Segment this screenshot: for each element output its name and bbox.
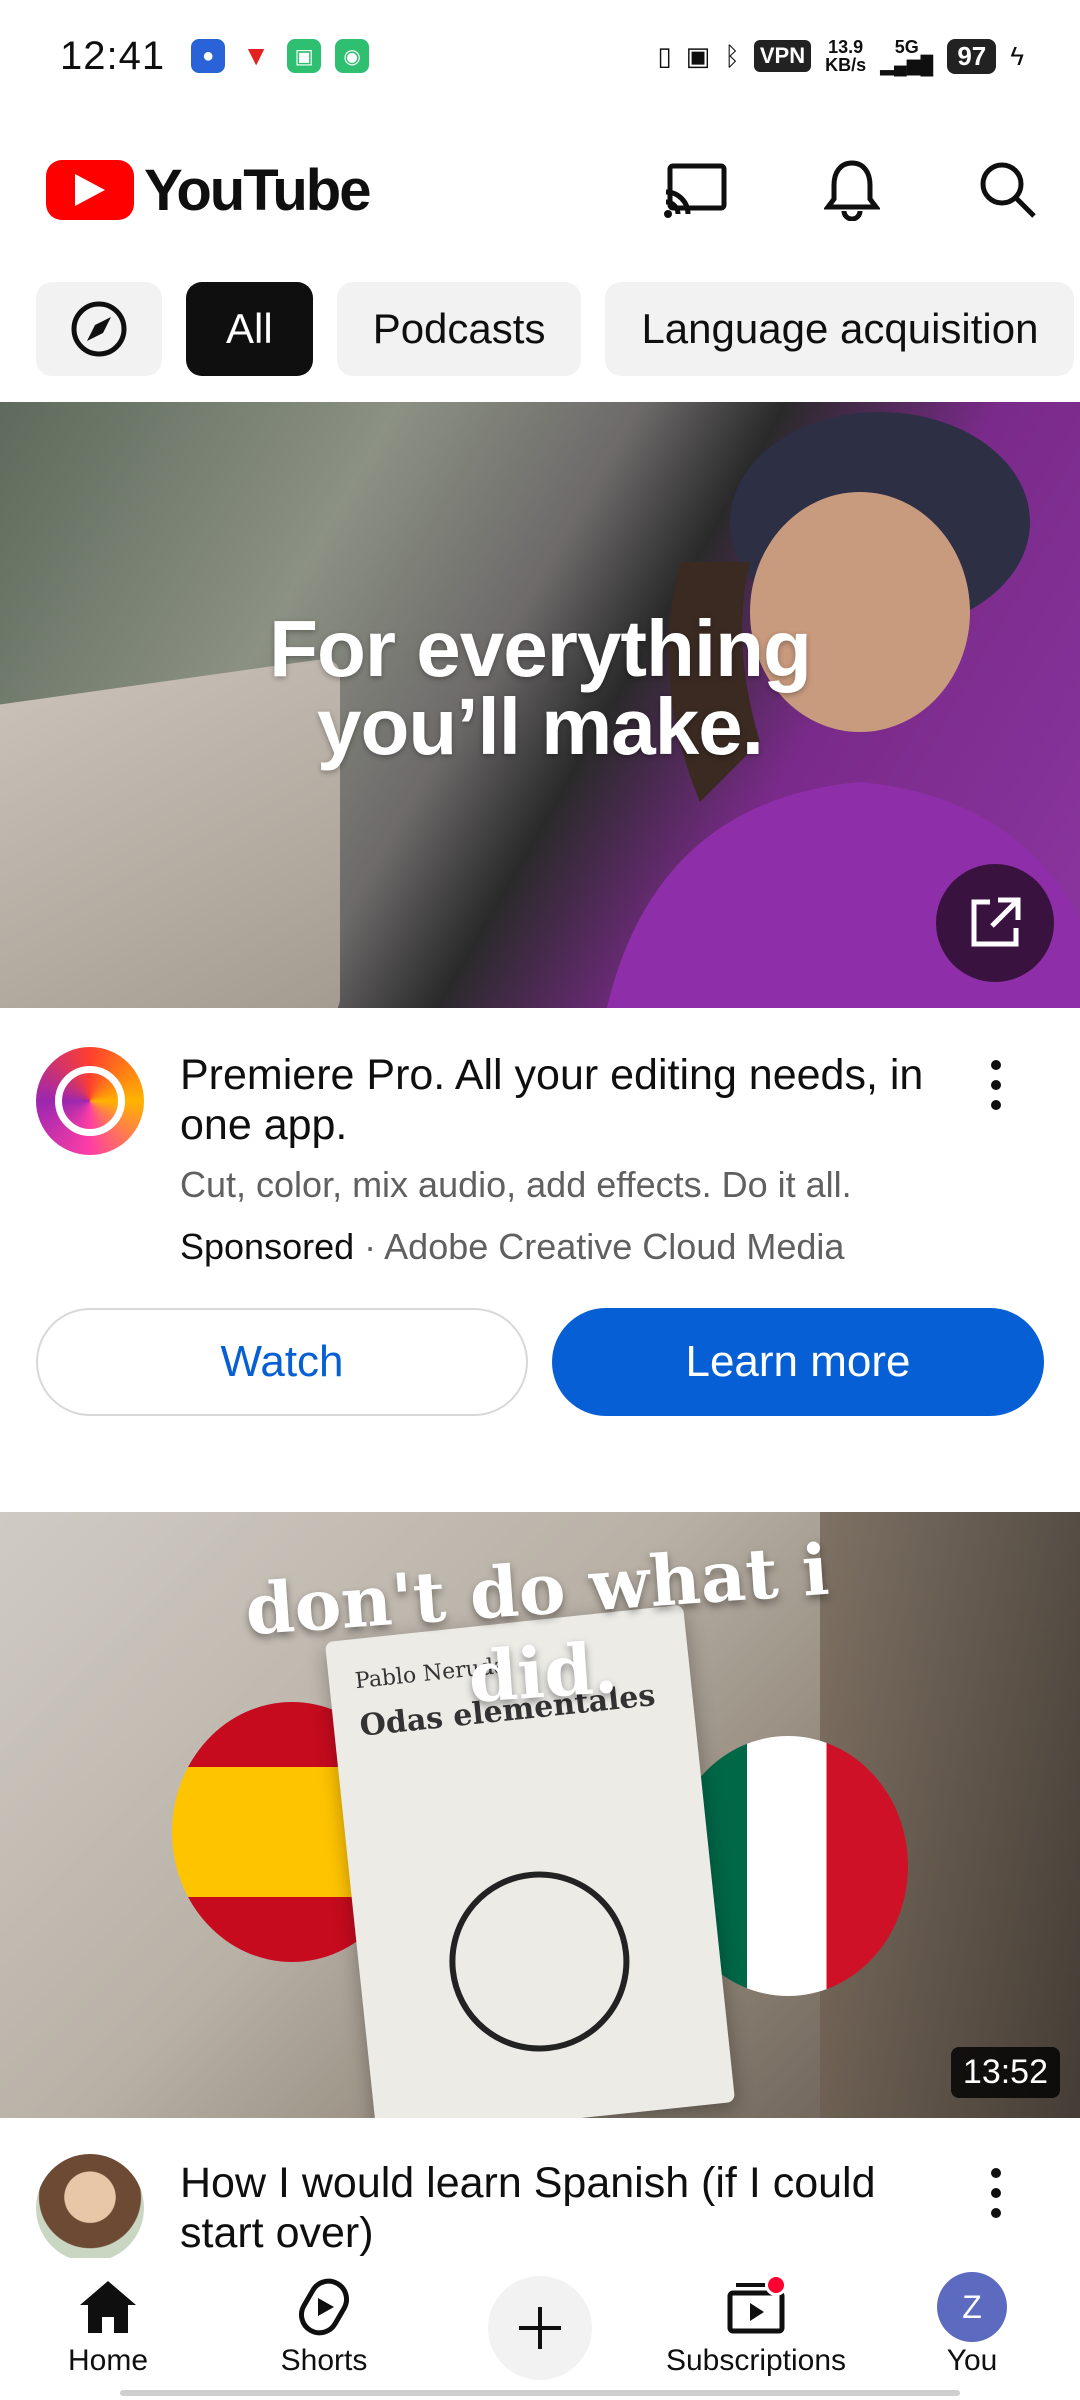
advertiser-avatar[interactable]: [36, 1047, 144, 1155]
nav-shorts[interactable]: Shorts: [216, 2258, 432, 2400]
search-icon: [980, 162, 1036, 218]
ad-title: Premiere Pro. All your editing needs, in…: [180, 1051, 924, 1149]
notifications-button[interactable]: [820, 158, 884, 222]
advertiser-name: Adobe Creative Cloud Media: [384, 1226, 845, 1267]
shorts-icon: [289, 2272, 359, 2342]
chip-all[interactable]: All: [186, 282, 313, 376]
nav-create[interactable]: [432, 2258, 648, 2400]
video-duration: 13:52: [950, 2047, 1060, 2098]
nav-subscriptions[interactable]: Subscriptions: [648, 2258, 864, 2400]
compass-icon: [71, 301, 127, 357]
signal-indicator: 5G ▂▄▆█: [880, 38, 933, 74]
logo-text: YouTube: [144, 157, 371, 223]
video-more-options-button[interactable]: [966, 2158, 1026, 2228]
ad-meta: Sponsored · Adobe Creative Cloud Media: [180, 1226, 1040, 1268]
open-external-button[interactable]: [936, 864, 1054, 982]
sponsored-label: Sponsored: [180, 1226, 355, 1267]
watch-button[interactable]: Watch: [36, 1308, 528, 1416]
video-thumbnail[interactable]: Pablo Neruda Odas elementales don't do w…: [0, 1512, 1080, 2118]
search-button[interactable]: [976, 158, 1040, 222]
play-logo-icon: [46, 160, 134, 220]
contact-icon: ▣: [685, 40, 711, 71]
ad-more-options-button[interactable]: [966, 1050, 1026, 1120]
status-time: 12:41: [60, 33, 166, 78]
channel-avatar[interactable]: [36, 2154, 144, 2262]
network-type: 5G: [894, 37, 919, 57]
book-emblem: [440, 1862, 639, 2061]
network-speed-value: 13.9: [828, 37, 864, 57]
learn-more-button[interactable]: Learn more: [552, 1308, 1044, 1416]
app-notification-icon: ●: [191, 39, 226, 73]
vpn-badge: VPN: [753, 40, 812, 72]
network-speed-unit: KB/s: [825, 55, 867, 75]
plus-icon: [519, 2307, 561, 2349]
battery-level: 97: [947, 38, 997, 74]
ad-headline-line2: you’ll make.: [317, 682, 764, 771]
ad-headline: For everything you’ll make.: [0, 604, 1080, 771]
nav-you-label: You: [946, 2344, 998, 2377]
cast-icon: [664, 163, 727, 218]
meta-separator: ·: [354, 1226, 385, 1267]
video-title: How I would learn Spanish (if I could st…: [180, 2159, 876, 2257]
ad-banner-image[interactable]: For everything you’ll make.: [0, 402, 1080, 1008]
ad-details[interactable]: Premiere Pro. All your editing needs, in…: [0, 1030, 1080, 1280]
bottom-navigation: Home Shorts Subscriptions Z You: [0, 2258, 1080, 2400]
subscriptions-icon: [721, 2272, 791, 2342]
chip-podcasts[interactable]: Podcasts: [336, 282, 582, 376]
chip-language-acquisition[interactable]: Language acquisition: [605, 282, 1075, 376]
vibrate-icon: ▯: [657, 40, 672, 71]
nav-home-label: Home: [67, 2344, 149, 2377]
app-header: YouTube: [0, 135, 1080, 245]
ad-description: Cut, color, mix audio, add effects. Do i…: [180, 1164, 852, 1205]
bluetooth-icon: ᛒ: [724, 40, 740, 71]
home-icon: [73, 2272, 143, 2342]
thumbnail-text: don't do what i did.: [242, 1527, 832, 1719]
nav-you[interactable]: Z You: [864, 2258, 1080, 2400]
more-vertical-icon: [991, 1060, 1001, 1110]
network-speed: 13.9 KB/s: [825, 38, 866, 74]
explore-chip[interactable]: [36, 282, 162, 376]
video-details[interactable]: How I would learn Spanish (if I could st…: [0, 2140, 1080, 2262]
status-indicators: ▯ ▣ ᛒ VPN 13.9 KB/s 5G ▂▄▆█ 97 ϟ: [657, 38, 1024, 74]
creative-cloud-logo-icon: [55, 1066, 125, 1136]
gesture-bar: [120, 2390, 960, 2396]
ad-headline-line1: For everything: [269, 604, 812, 693]
youtube-logo[interactable]: YouTube: [46, 157, 371, 224]
you-avatar-wrap: Z: [937, 2272, 1007, 2342]
more-vertical-icon: [991, 2168, 1001, 2218]
nav-subscriptions-label: Subscriptions: [665, 2344, 847, 2377]
user-avatar: Z: [937, 2272, 1007, 2342]
app-notification-icon: ▼: [239, 39, 274, 73]
bell-icon: [824, 160, 880, 221]
notification-dot: [765, 2274, 787, 2296]
app-notification-icon: ◉: [335, 39, 370, 73]
charging-icon: ϟ: [1010, 40, 1024, 71]
filter-chips: All Podcasts Language acquisition: [0, 282, 1080, 378]
create-button[interactable]: [488, 2276, 592, 2380]
external-link-icon: [971, 897, 1021, 947]
signal-bars-icon: ▂▄▆█: [880, 55, 934, 75]
app-notification-icon: ▣: [287, 39, 322, 73]
status-bar: 12:41 ● ▼ ▣ ◉ ▯ ▣ ᛒ VPN 13.9 KB/s 5G ▂▄▆…: [0, 0, 1080, 112]
cast-button[interactable]: [664, 158, 728, 222]
nav-shorts-label: Shorts: [280, 2344, 368, 2377]
status-app-icons: ● ▼ ▣ ◉: [191, 39, 370, 73]
nav-home[interactable]: Home: [0, 2258, 216, 2400]
